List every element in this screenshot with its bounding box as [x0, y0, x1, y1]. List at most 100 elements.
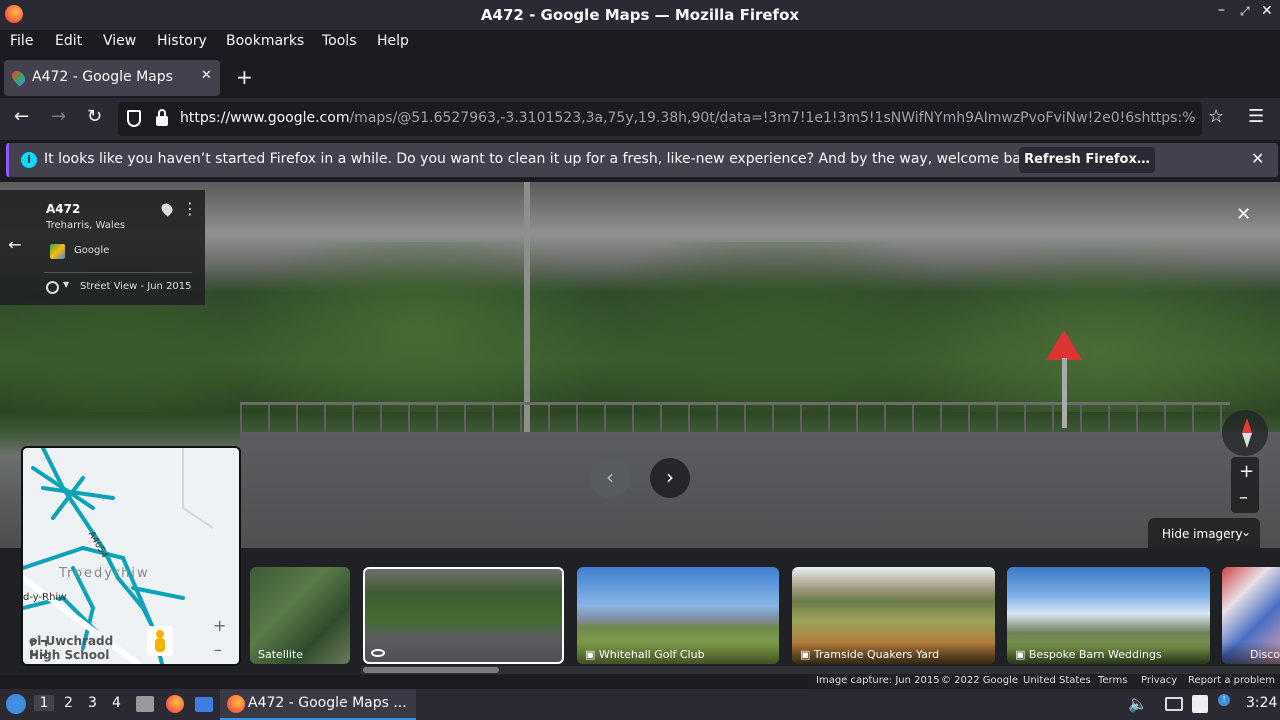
workspace-4[interactable]: 4: [112, 695, 121, 711]
country-link[interactable]: United States: [1023, 675, 1091, 686]
display-icon[interactable]: [1165, 697, 1183, 711]
mini-map-zoom-in-icon[interactable]: +: [213, 616, 226, 635]
taskbar: 1 2 3 4 A472 - Google Maps ... 🔈 ! 3:24: [0, 689, 1280, 720]
url-text[interactable]: https://www.google.com/maps/@51.6527963,…: [180, 110, 1196, 126]
refresh-firefox-button[interactable]: Refresh Firefox…: [1019, 147, 1155, 173]
compass-needle: [1242, 418, 1252, 433]
terms-link[interactable]: Terms: [1098, 675, 1127, 686]
imagery-scrollbar-thumb[interactable]: [363, 667, 499, 673]
pegman-head: [156, 630, 164, 638]
menu-view[interactable]: View: [103, 33, 136, 49]
expand-map-icon[interactable]: [31, 640, 47, 656]
maximize-icon[interactable]: ⤢: [1240, 4, 1250, 19]
compass-needle-south: [1242, 433, 1252, 448]
thumbnail-label: Disco: [1222, 642, 1280, 664]
thumbnail-tramside-quakers-yard[interactable]: ▣ Tramside Quakers Yard: [792, 567, 995, 664]
history-dropdown-icon[interactable]: ▼: [63, 280, 69, 289]
firefox-launcher-icon[interactable]: [166, 695, 184, 713]
thumbnail-whitehall-golf-club[interactable]: ▣ Whitehall Golf Club: [577, 567, 779, 664]
window-titlebar: A472 - Google Maps — Mozilla Firefox – ⤢…: [0, 0, 1280, 30]
url-bar[interactable]: https://www.google.com/maps/@51.6527963,…: [118, 102, 1202, 136]
tab-close-icon[interactable]: ✕: [201, 68, 212, 83]
camera-icon: ▣: [1015, 648, 1029, 661]
location-panel: A472 Treharris, Wales ⋮ Google ▼ Street …: [30, 190, 205, 305]
minimize-icon[interactable]: –: [1218, 2, 1225, 18]
more-options-icon[interactable]: ⋮: [182, 199, 198, 218]
source-label[interactable]: Google: [74, 245, 109, 256]
location-pin-icon[interactable]: [159, 201, 175, 217]
thumbnail-satellite[interactable]: Satellite: [250, 567, 350, 664]
hide-imagery-button[interactable]: Hide imagery ⌄: [1148, 518, 1260, 550]
thumbnail-label-text: Tramside Quakers Yard: [813, 648, 940, 661]
start-menu-icon[interactable]: [6, 694, 26, 714]
hide-imagery-label: Hide imagery: [1162, 527, 1243, 541]
thumbnail-current-view[interactable]: [363, 567, 564, 664]
compass-icon[interactable]: [1222, 410, 1268, 456]
zoom-in-icon[interactable]: +: [1239, 461, 1254, 482]
thumbnail-label: ▣ Whitehall Golf Club: [577, 642, 779, 664]
menu-history[interactable]: History: [157, 33, 207, 49]
warning-sign: [1046, 330, 1082, 360]
taskbar-window-firefox[interactable]: A472 - Google Maps ...: [220, 689, 416, 720]
menu-edit[interactable]: Edit: [55, 33, 82, 49]
mini-map-station-label: d-y-Rhiw: [23, 592, 67, 603]
url-path: /maps/@51.6527963,-3.3101523,3a,75y,19.3…: [349, 110, 1196, 126]
menu-bookmarks[interactable]: Bookmarks: [226, 33, 304, 49]
mini-map-zoom-out-icon[interactable]: –: [214, 640, 222, 659]
copyright-text: © 2022 Google: [941, 675, 1019, 686]
thumbnail-label-text: Whitehall Golf Club: [598, 648, 705, 661]
back-arrow-panel[interactable]: ←: [0, 190, 30, 305]
privacy-link[interactable]: Privacy: [1141, 675, 1177, 686]
menu-help[interactable]: Help: [377, 33, 409, 49]
street-view-date[interactable]: Street View - Jun 2015: [80, 281, 192, 292]
zoom-controls: + –: [1231, 457, 1259, 513]
workspace-3[interactable]: 3: [88, 695, 97, 711]
notification-bar: i It looks like you haven’t started Fire…: [6, 143, 1278, 177]
back-arrow-icon[interactable]: ←: [14, 106, 29, 127]
thumbnail-disco[interactable]: Disco: [1222, 567, 1280, 664]
desktop-icon[interactable]: [195, 697, 213, 712]
workspace-2[interactable]: 2: [64, 695, 73, 711]
menu-tools[interactable]: Tools: [322, 33, 357, 49]
notes-icon[interactable]: [1192, 695, 1208, 713]
tab-bar: A472 - Google Maps ✕ +: [0, 58, 1280, 96]
thumbnail-label: ▣ Tramside Quakers Yard: [792, 642, 995, 664]
workspace-1[interactable]: 1: [34, 695, 54, 711]
notification-close-icon[interactable]: ✕: [1251, 149, 1264, 168]
notification-text: It looks like you haven’t started Firefo…: [44, 151, 1043, 167]
close-street-view-icon[interactable]: ✕: [1236, 204, 1251, 225]
menu-file[interactable]: File: [10, 33, 33, 49]
next-arrow-button[interactable]: ›: [650, 458, 690, 498]
info-icon: i: [21, 152, 37, 168]
reload-icon[interactable]: ↻: [87, 106, 102, 127]
taskbar-window-label: A472 - Google Maps ...: [248, 695, 407, 711]
google-maps-icon: [50, 244, 65, 259]
hamburger-menu-icon[interactable]: ☰: [1248, 106, 1264, 127]
previous-arrow-button[interactable]: ‹: [590, 458, 630, 498]
location-title: A472: [46, 202, 81, 216]
chevron-down-icon: ⌄: [1241, 525, 1252, 539]
close-window-icon[interactable]: ✕: [1261, 3, 1273, 19]
sign-post: [1062, 358, 1067, 428]
url-host: https://www.google.com: [180, 110, 350, 126]
street-view-360-icon: [371, 649, 385, 657]
thumbnail-bespoke-barn-weddings[interactable]: ▣ Bespoke Barn Weddings: [1007, 567, 1210, 664]
new-tab-icon[interactable]: +: [236, 65, 253, 89]
maps-pin-icon: [9, 68, 28, 87]
menu-bar: File Edit View History Bookmarks Tools H…: [0, 30, 1280, 54]
tab-google-maps[interactable]: A472 - Google Maps ✕: [4, 60, 220, 96]
history-clock-icon[interactable]: [46, 281, 59, 294]
mini-map-town-label: Troedyrhiw: [59, 566, 150, 581]
zoom-out-icon[interactable]: –: [1239, 487, 1248, 508]
bookmark-star-icon[interactable]: ☆: [1208, 106, 1224, 127]
report-problem-link[interactable]: Report a problem: [1188, 675, 1275, 686]
pegman-icon[interactable]: [147, 626, 173, 656]
shield-icon[interactable]: [127, 110, 141, 127]
volume-icon[interactable]: 🔈: [1128, 694, 1148, 713]
file-manager-icon[interactable]: [136, 696, 154, 712]
image-capture-date: Image capture: Jun 2015: [816, 675, 940, 686]
imagery-scrollbar[interactable]: [361, 666, 1280, 674]
mini-map[interactable]: A4054 Troedyrhiw d-y-Rhiw ol Uwchradd Hi…: [21, 446, 241, 666]
updates-icon[interactable]: !: [1218, 694, 1230, 706]
forward-arrow-icon[interactable]: →: [51, 106, 66, 127]
